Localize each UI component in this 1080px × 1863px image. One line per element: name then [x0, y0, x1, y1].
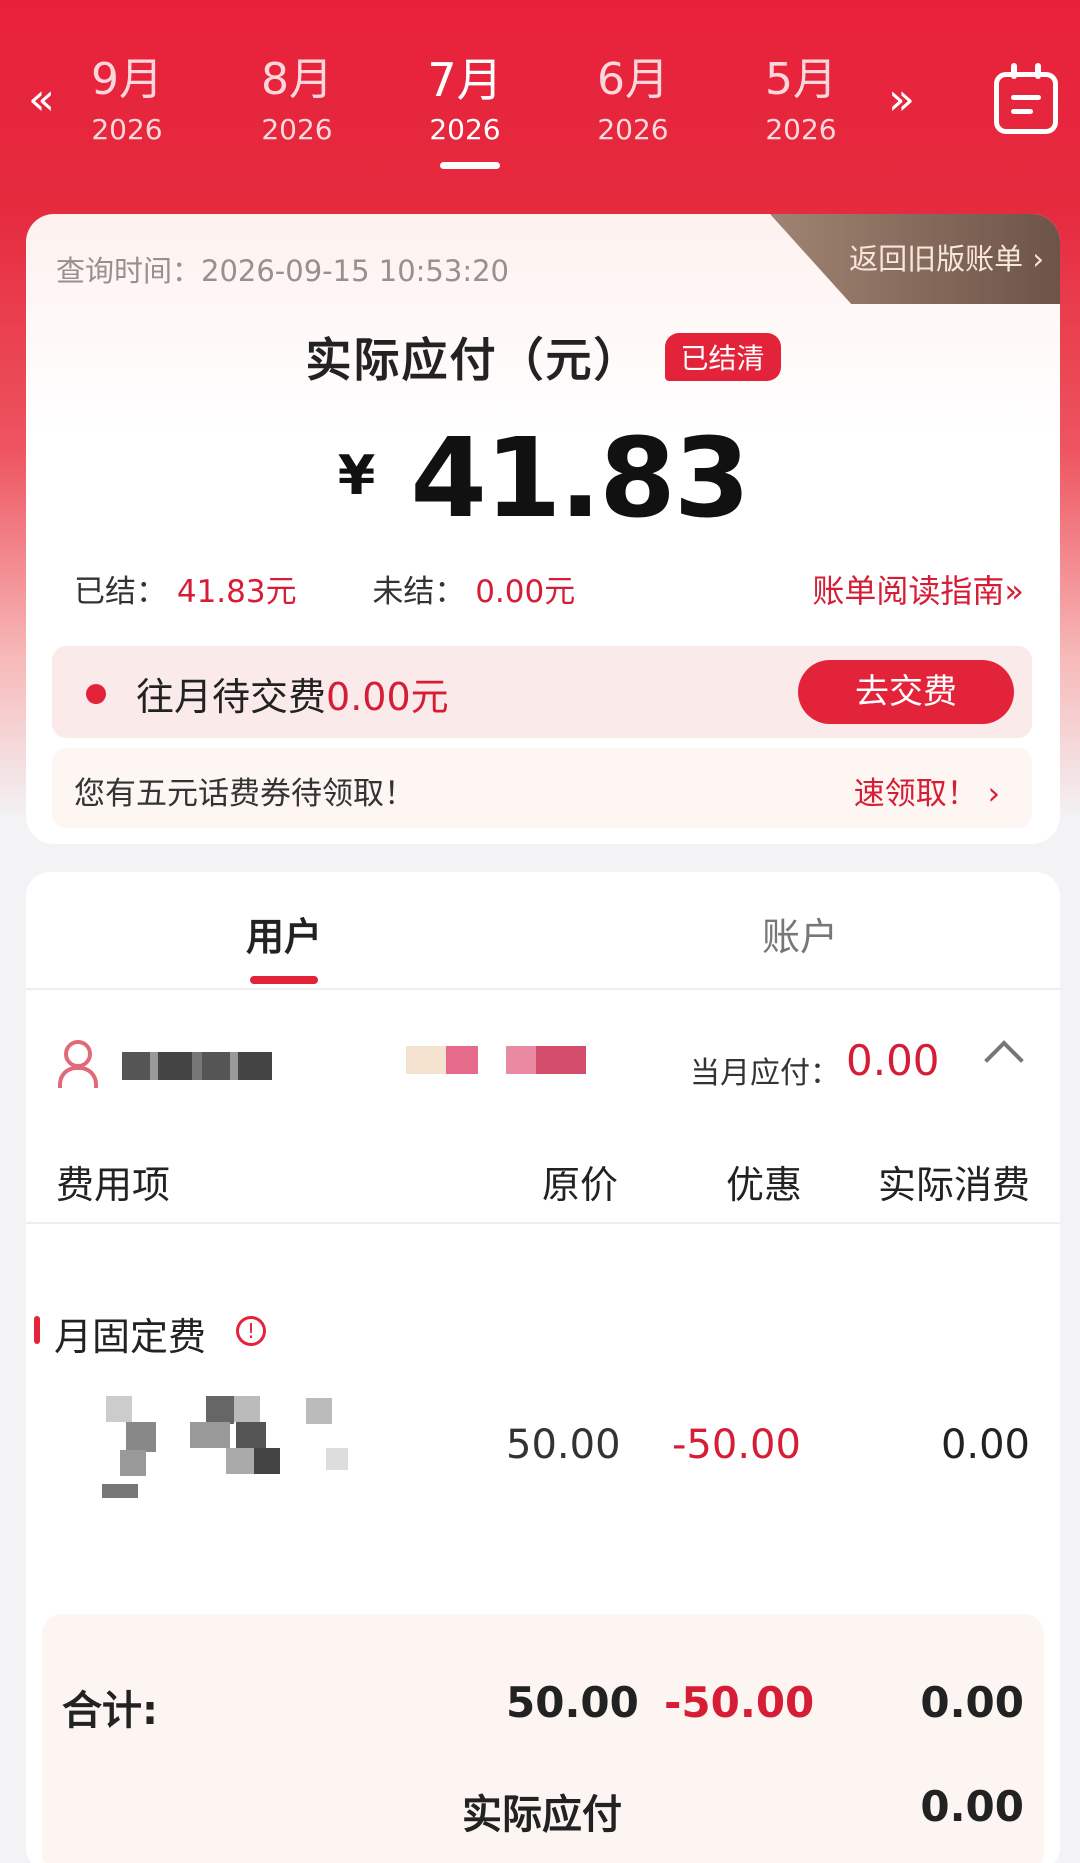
active-month-indicator: [440, 162, 500, 169]
section-marker: [34, 1316, 40, 1344]
amount-title-row: 实际应付（元） 已结清: [26, 324, 1060, 390]
payable-label: 实际应付: [462, 1792, 622, 1838]
total-original: 50.00: [506, 1678, 639, 1727]
total-label: 合计:: [62, 1688, 158, 1734]
month-label: 8月: [261, 54, 333, 105]
month-item-may[interactable]: 5月 2026: [736, 50, 866, 150]
amount-row: ¥ 41.83: [26, 414, 1060, 542]
chevron-up-icon[interactable]: [984, 1040, 1024, 1080]
bill-detail-card: 用户 账户 当月应付： 0.00 费用项 原价 优惠 实际消费 月固定费 ! 5…: [26, 872, 1060, 1863]
settled-label: 已结：: [74, 574, 167, 610]
next-months-icon[interactable]: »: [888, 78, 915, 122]
fee-original: 50.00: [506, 1422, 621, 1468]
redacted-name: [122, 1052, 272, 1080]
totals-box: 合计: 50.00 -50.00 0.00 实际应付 0.00: [42, 1614, 1044, 1863]
pending-value: 0.00元: [326, 675, 449, 719]
pending-payment-bar: 往月待交费0.00元 去交费: [52, 646, 1032, 738]
header-original: 原价: [542, 1163, 619, 1207]
year-label: 2026: [765, 113, 837, 146]
month-item-sep[interactable]: 9月 2026: [62, 50, 192, 150]
calendar-icon[interactable]: [994, 63, 1058, 134]
payable-value: 0.00: [920, 1782, 1024, 1831]
old-bill-link[interactable]: 返回旧版账单 ›: [849, 236, 1044, 278]
unsettled-label: 未结：: [372, 574, 466, 610]
header-discount: 优惠: [726, 1163, 803, 1207]
table-header: 费用项 原价 优惠 实际消费: [26, 1140, 1060, 1224]
coupon-bar[interactable]: 您有五元话费券待领取！ 速领取！ ›: [52, 748, 1032, 828]
calendar-line: [1011, 109, 1033, 114]
claim-coupon-link[interactable]: 速领取！ ›: [854, 768, 1000, 813]
header-actual: 实际消费: [877, 1163, 1030, 1207]
year-label: 2026: [597, 113, 669, 146]
bill-guide-link[interactable]: 账单阅读指南»: [812, 566, 1024, 612]
monthly-payable-label: 当月应付：: [690, 1056, 840, 1091]
status-badge: 已结清: [664, 333, 781, 381]
coupon-text: 您有五元话费券待领取！: [74, 776, 415, 812]
redacted-number: [406, 1046, 606, 1074]
monthly-payable-value: 0.00: [846, 1036, 940, 1085]
alert-dot-icon: [86, 684, 106, 704]
total-discount: -50.00: [664, 1678, 815, 1727]
user-summary-row[interactable]: 当月应付： 0.00: [26, 1022, 1060, 1112]
year-label: 2026: [91, 113, 163, 146]
fee-actual: 0.00: [940, 1422, 1030, 1468]
month-label: 5月: [765, 54, 837, 105]
calendar-line: [1011, 95, 1041, 100]
pay-button[interactable]: 去交费: [798, 660, 1014, 724]
total-amount: 41.83: [410, 414, 750, 542]
month-item-jun[interactable]: 6月 2026: [568, 50, 698, 150]
settlement-row: 已结： 41.83元 未结： 0.00元: [74, 566, 575, 611]
month-label: 6月: [597, 54, 669, 105]
active-tab-indicator: [250, 976, 318, 984]
currency-symbol: ¥: [337, 444, 376, 507]
pending-label: 往月待交费: [136, 675, 327, 719]
tab-user[interactable]: 用户: [184, 906, 384, 961]
month-label: 7月: [427, 53, 503, 107]
user-icon: [56, 1040, 98, 1088]
query-time: 查询时间：2026-09-15 10:53:20: [56, 254, 509, 288]
section-title: 月固定费: [54, 1315, 207, 1359]
bill-summary-card: 查询时间：2026-09-15 10:53:20 返回旧版账单 › 实际应付（元…: [26, 214, 1060, 844]
month-item-jul[interactable]: 7月 2026: [400, 50, 530, 169]
header-item: 费用项: [56, 1163, 171, 1207]
total-actual: 0.00: [920, 1678, 1024, 1727]
prev-months-icon[interactable]: «: [28, 78, 55, 122]
table-row: 50.00 -50.00 0.00: [26, 1392, 1060, 1512]
year-label: 2026: [429, 113, 501, 146]
year-label: 2026: [261, 113, 333, 146]
month-item-aug[interactable]: 8月 2026: [232, 50, 362, 150]
amount-title: 实际应付（元）: [305, 333, 642, 387]
detail-tabs: 用户 账户: [26, 872, 1060, 990]
unsettled-value: 0.00元: [475, 574, 576, 610]
tab-account[interactable]: 账户: [700, 906, 900, 961]
info-icon[interactable]: !: [236, 1316, 266, 1346]
redacted-fee-name: [86, 1392, 356, 1512]
month-selector: « 9月 2026 8月 2026 7月 2026 6月 2026 5月 202…: [0, 0, 1080, 200]
month-label: 9月: [91, 54, 163, 105]
pending-text: 往月待交费0.00元: [136, 666, 449, 721]
fee-discount: -50.00: [672, 1422, 801, 1468]
settled-value: 41.83元: [176, 574, 297, 610]
